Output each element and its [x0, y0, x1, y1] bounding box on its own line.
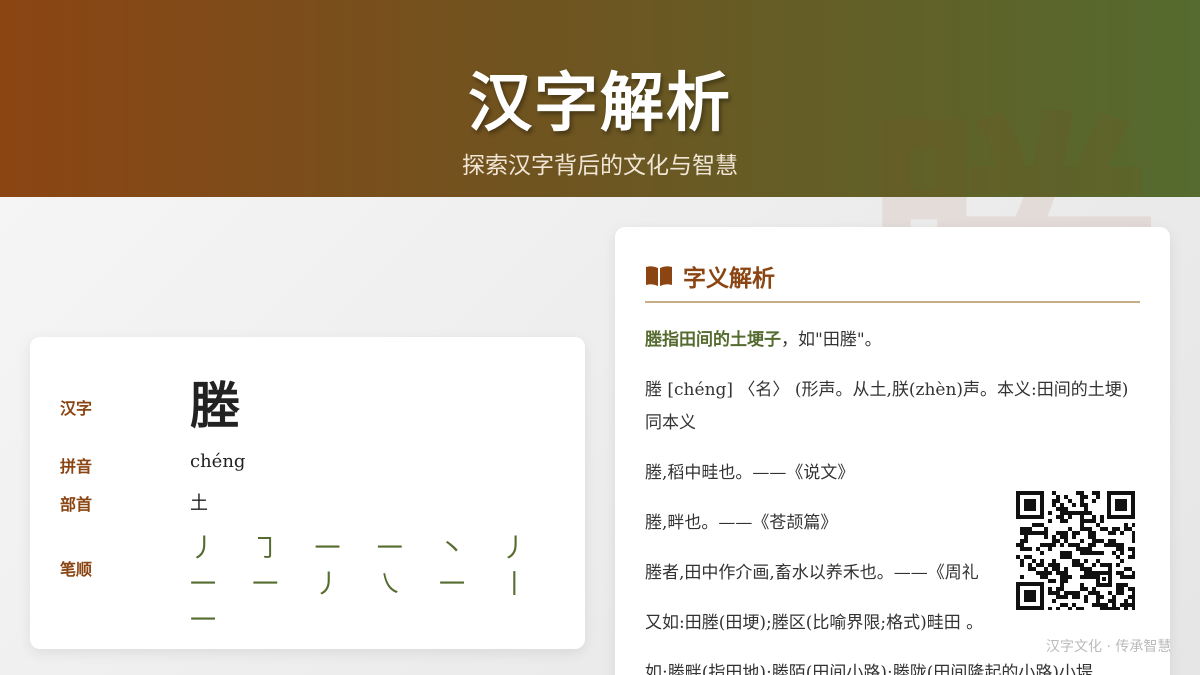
definition-paragraph: 塍 [chéng] 〈名〉 (形声。从土,朕(zhèn)声。本义:田间的土埂) … — [645, 380, 1129, 433]
pinyin-value: chéng — [190, 451, 246, 472]
page-subtitle: 探索汉字背后的文化与智慧 — [462, 153, 738, 179]
qr-code-icon[interactable] — [1016, 491, 1136, 611]
strokes-value: 丿 ㇆ 一 一 丶 丿 一 一 丿 ㇏ 一 丨 一 — [190, 534, 542, 636]
book-icon — [646, 266, 672, 286]
radical-label: 部首 — [60, 495, 93, 514]
summary-rest: ，如"田塍"。 — [781, 330, 882, 350]
radical-value: 土 — [190, 493, 208, 514]
definition-header: 字义解析 — [645, 255, 1140, 303]
page-header: 汉字解析 探索汉字背后的文化与智慧 — [0, 0, 1200, 197]
character-info-card: 汉字 塍 拼音 chéng 部首 土 笔顺 丿 ㇆ 一 一 丶 丿 一 一 丿 … — [30, 337, 585, 649]
definition-title: 字义解析 — [683, 265, 775, 292]
pinyin-label: 拼音 — [60, 457, 93, 476]
definition-paragraph: 如:塍畔(指田地);塍陌(田间小路);塍陇(田间隆起的小路)小堤 — [645, 663, 1093, 675]
definition-summary: 塍指田间的土埂子，如"田塍"。 — [645, 324, 1140, 357]
char-value: 塍 — [190, 376, 240, 435]
strokes-row: 笔顺 丿 ㇆ 一 一 丶 丿 一 一 丿 ㇏ 一 丨 一 — [60, 531, 565, 636]
strokes-label: 笔顺 — [60, 560, 93, 579]
char-label: 汉字 — [60, 399, 93, 418]
char-row: 汉字 塍 — [60, 373, 565, 443]
summary-highlight: 塍指田间的土埂子 — [645, 330, 781, 350]
page-title: 汉字解析 — [468, 66, 732, 141]
footer-text: 汉字文化 · 传承智慧 — [1046, 639, 1172, 655]
definition-paragraph: 塍,稻中畦也。——《说文》 — [645, 463, 855, 483]
